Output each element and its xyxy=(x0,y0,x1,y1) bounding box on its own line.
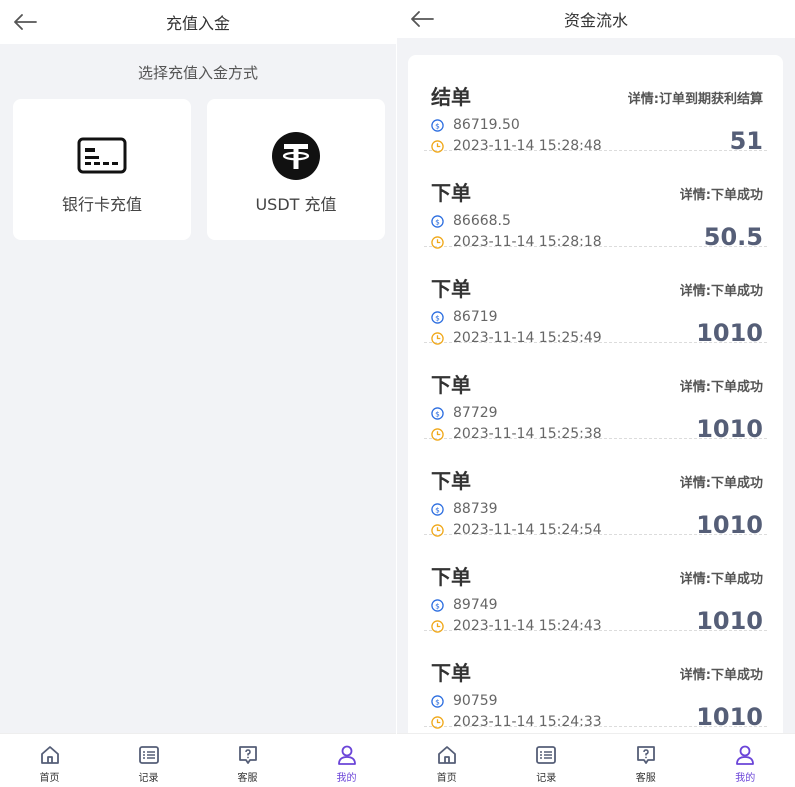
record-balance-line: $90759 xyxy=(431,693,498,709)
tab-label: 记录 xyxy=(536,773,557,784)
record-balance-line: $86668.5 xyxy=(431,213,511,229)
svg-text:$: $ xyxy=(435,121,440,130)
record-type: 下单 xyxy=(431,661,471,685)
tab-records[interactable]: 记录 xyxy=(497,734,597,787)
record-type: 下单 xyxy=(431,469,471,493)
usdt-label: USDT 充值 xyxy=(255,195,337,214)
section-title: 选择充值入金方式 xyxy=(137,64,258,82)
tether-icon xyxy=(272,132,320,180)
tab-label: 首页 xyxy=(436,773,457,784)
arrow-left-icon[interactable] xyxy=(12,14,38,30)
record-type: 下单 xyxy=(431,565,471,589)
record-row: 下单 详情:下单成功 $88739 2023-11-14 15:24:54 1010 xyxy=(424,439,767,539)
record-balance: 86668.5 xyxy=(453,213,511,229)
record-detail: 详情:下单成功 xyxy=(679,476,763,491)
tab-home[interactable]: 首页 xyxy=(397,734,497,787)
page-title: 充值入金 xyxy=(165,14,230,33)
record-balance: 90759 xyxy=(453,693,498,709)
tab-label: 客服 xyxy=(635,773,656,784)
svg-text:$: $ xyxy=(435,409,440,418)
tab-support[interactable]: 客服 xyxy=(596,734,696,787)
record-balance-line: $89749 xyxy=(431,597,498,613)
record-detail: 详情:下单成功 xyxy=(679,572,763,587)
record-balance: 87729 xyxy=(453,405,498,421)
record-balance: 89749 xyxy=(453,597,498,613)
record-type: 结单 xyxy=(431,85,471,109)
record-row: 下单 详情:下单成功 $87729 2023-11-14 15:25:38 1010 xyxy=(424,343,767,443)
list-icon xyxy=(138,746,159,764)
tab-label: 我的 xyxy=(336,773,357,784)
record-row: 下单 详情:下单成功 $86668.5 2023-11-14 15:28:18 50.5 xyxy=(424,151,767,251)
tab-label: 客服 xyxy=(237,773,258,784)
header: 充值入金 xyxy=(0,0,396,44)
record-detail: 详情:订单到期获利结算 xyxy=(627,92,763,107)
tab-label: 首页 xyxy=(39,773,60,784)
coin-icon: $ xyxy=(431,310,444,324)
svg-text:$: $ xyxy=(435,697,440,706)
tab-mine[interactable]: 我的 xyxy=(297,734,396,787)
record-time: 2023-11-14 15:24:33 xyxy=(453,714,602,730)
list-icon xyxy=(536,746,557,764)
record-balance: 86719 xyxy=(453,309,498,325)
record-row: 下单 详情:下单成功 $90759 2023-11-14 15:24:33 1010 xyxy=(424,631,767,731)
coin-icon: $ xyxy=(431,406,444,420)
record-balance: 88739 xyxy=(453,501,498,517)
tab-bar: 首页 记录 客服 我的 xyxy=(0,733,396,787)
record-balance-line: $86719 xyxy=(431,309,498,325)
svg-text:$: $ xyxy=(435,505,440,514)
svg-text:$: $ xyxy=(435,313,440,322)
record-type: 下单 xyxy=(431,277,471,301)
help-chat-icon xyxy=(238,746,257,764)
record-detail: 详情:下单成功 xyxy=(679,284,763,299)
bank-card-recharge-option[interactable]: 银行卡充值 xyxy=(13,99,191,240)
recharge-screen: 充值入金 选择充值入金方式 银行卡充值 USDT 充值 首页 记录 客服 我的 xyxy=(0,0,396,787)
header: 资金流水 xyxy=(397,0,795,38)
bank-card-icon xyxy=(77,137,127,174)
record-type: 下单 xyxy=(431,181,471,205)
tab-mine[interactable]: 我的 xyxy=(696,734,795,787)
record-amount: 1010 xyxy=(696,703,763,731)
fund-flow-screen: 资金流水 结单 详情:订单到期获利结算 $86719.50 2023-11-14 15… xyxy=(397,0,795,787)
record-balance-line: $86719.50 xyxy=(431,117,520,133)
record-row: 结单 详情:订单到期获利结算 $86719.50 2023-11-14 15:28:4… xyxy=(424,55,767,155)
help-chat-icon xyxy=(636,746,655,764)
home-icon xyxy=(40,746,59,764)
coin-icon: $ xyxy=(431,598,444,612)
record-balance-line: $88739 xyxy=(431,501,498,517)
record-row: 下单 详情:下单成功 $89749 2023-11-14 15:24:43 1010 xyxy=(424,535,767,635)
page-title: 资金流水 xyxy=(563,11,628,30)
arrow-left-icon[interactable] xyxy=(409,11,435,27)
tab-bar: 首页 记录 客服 我的 xyxy=(397,733,795,787)
record-detail: 详情:下单成功 xyxy=(679,380,763,395)
record-time-line: 2023-11-14 15:24:33 xyxy=(431,714,602,730)
tab-label: 我的 xyxy=(735,773,756,784)
tab-label: 记录 xyxy=(138,773,159,784)
fund-record-list[interactable]: 结单 详情:订单到期获利结算 $86719.50 2023-11-14 15:28:4… xyxy=(408,55,783,755)
bank-card-label: 银行卡充值 xyxy=(61,195,142,214)
coin-icon: $ xyxy=(431,214,444,228)
user-icon xyxy=(337,745,356,765)
clock-icon xyxy=(431,715,444,729)
usdt-recharge-option[interactable]: USDT 充值 xyxy=(207,99,385,240)
record-row: 下单 详情:下单成功 $86719 2023-11-14 15:25:49 1010 xyxy=(424,247,767,347)
record-balance: 86719.50 xyxy=(453,117,520,133)
svg-text:$: $ xyxy=(435,217,440,226)
coin-icon: $ xyxy=(431,118,444,132)
svg-text:$: $ xyxy=(435,601,440,610)
tab-home[interactable]: 首页 xyxy=(0,734,99,787)
tab-records[interactable]: 记录 xyxy=(99,734,198,787)
record-detail: 详情:下单成功 xyxy=(679,668,763,683)
coin-icon: $ xyxy=(431,502,444,516)
home-icon xyxy=(437,746,456,764)
user-icon xyxy=(736,745,755,765)
record-balance-line: $87729 xyxy=(431,405,498,421)
tab-support[interactable]: 客服 xyxy=(198,734,297,787)
record-detail: 详情:下单成功 xyxy=(679,188,763,203)
record-type: 下单 xyxy=(431,373,471,397)
coin-icon: $ xyxy=(431,694,444,708)
